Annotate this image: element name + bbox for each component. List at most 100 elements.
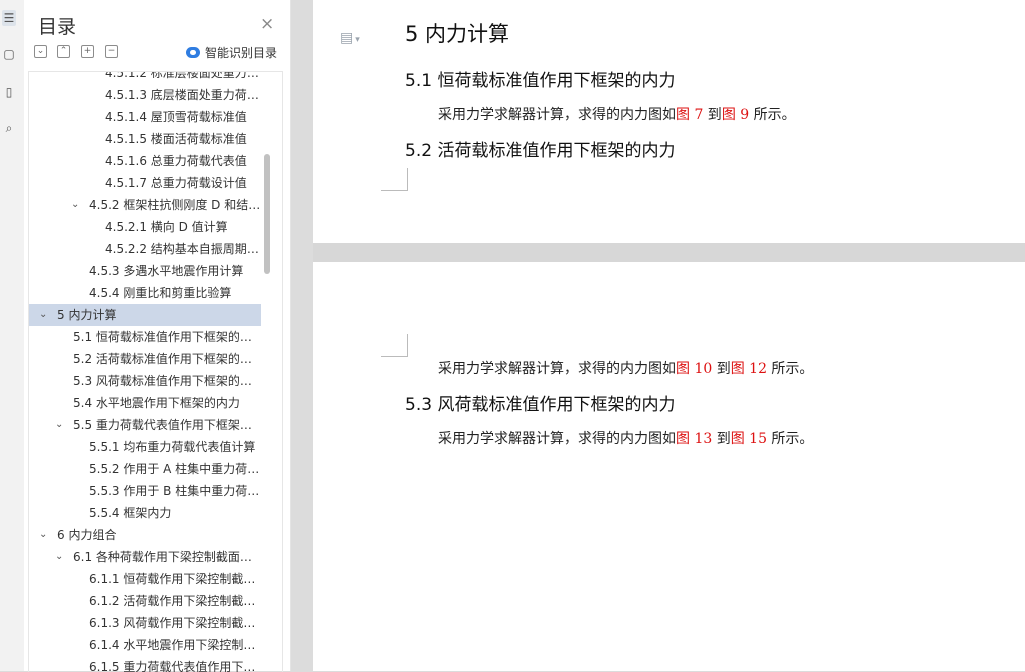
toc-item[interactable]: 4.5.4 刚重比和剪重比验算 <box>29 282 261 304</box>
chevron-down-icon[interactable]: ⌄ <box>55 414 63 436</box>
paragraph-5-2: 采用力学求解器计算，求得的内力图如图 10 到图 12 所示。 <box>438 358 813 378</box>
heading-5-2: 5.2 活荷载标准值作用下框架的内力 <box>405 141 676 161</box>
page-corner-mark <box>381 168 408 191</box>
search-icon[interactable]: ⌕ <box>2 120 16 136</box>
figure-link[interactable]: 图 10 <box>676 361 712 377</box>
paragraph-text: 所示。 <box>766 431 814 447</box>
toc-item-label: 4.5.1.5 楼面活荷载标准值 <box>105 132 247 146</box>
toc-item[interactable]: 4.5.1.7 总重力荷载设计值 <box>29 172 261 194</box>
figure-link[interactable]: 图 7 <box>676 107 703 123</box>
toc-title: 目录 <box>38 16 77 38</box>
cloud-icon <box>186 47 200 58</box>
toc-item[interactable]: 6.1.5 重力荷载代表值作用下梁控制截面内力 <box>29 656 261 672</box>
figure-link[interactable]: 图 12 <box>731 361 767 377</box>
toc-item-label: 5.5.3 作用于 B 柱集中重力荷载代表值 <box>89 484 261 498</box>
toc-item[interactable]: 6.1.2 活荷载作用下梁控制截面内力 <box>29 590 261 612</box>
toc-item-label: 4.5.1.4 屋顶雪荷载标准值 <box>105 110 247 124</box>
toc-item[interactable]: 4.5.1.4 屋顶雪荷载标准值 <box>29 106 261 128</box>
toc-item[interactable]: 4.5.1.6 总重力荷载代表值 <box>29 150 261 172</box>
toc-item[interactable]: 5.5.2 作用于 A 柱集中重力荷载代表值 <box>29 458 261 480</box>
toc-item-label: 4.5.1.2 标准层楼面处重力荷载代表值 <box>105 71 261 80</box>
close-icon[interactable]: × <box>260 14 274 34</box>
chevron-down-icon[interactable]: ⌄ <box>71 194 79 216</box>
figure-link[interactable]: 图 15 <box>731 431 767 447</box>
page-gap <box>313 243 1025 262</box>
toc-item-label: 5 内力计算 <box>57 308 117 322</box>
figure-link[interactable]: 图 13 <box>676 431 712 447</box>
toc-item[interactable]: 6.1.1 恒荷载作用下梁控制截面内力 <box>29 568 261 590</box>
toc-item-label: 6.1.2 活荷载作用下梁控制截面内力 <box>89 594 261 608</box>
figure-link[interactable]: 图 9 <box>722 107 749 123</box>
toc-item[interactable]: 5.5.3 作用于 B 柱集中重力荷载代表值 <box>29 480 261 502</box>
paragraph-text: 采用力学求解器计算，求得的内力图如 <box>438 107 676 123</box>
toc-item[interactable]: ⌄ 5 内力计算 <box>29 304 261 326</box>
toc-scrollbar[interactable] <box>264 154 270 274</box>
toc-item-label: 5.3 风荷载标准值作用下框架的内力 <box>73 374 261 388</box>
expand-level-button[interactable]: ⌃ <box>57 45 70 58</box>
toc-item-label: 4.5.1.7 总重力荷载设计值 <box>105 176 247 190</box>
paragraph-text: 采用力学求解器计算，求得的内力图如 <box>438 361 676 377</box>
side-toolbar: ☰ ▢ ▯ ⌕ <box>0 0 25 671</box>
toc-item-label: 6.1.3 风荷载作用下梁控制截面内力 <box>89 616 261 630</box>
paragraph-text: 采用力学求解器计算，求得的内力图如 <box>438 431 676 447</box>
toc-item[interactable]: ⌄ 6 内力组合 <box>29 524 261 546</box>
toc-item-label: 4.5.1.6 总重力荷载代表值 <box>105 154 247 168</box>
toc-item[interactable]: 5.2 活荷载标准值作用下框架的内力 <box>29 348 261 370</box>
toc-item[interactable]: 4.5.1.3 底层楼面处重力荷载代表值 <box>29 84 261 106</box>
heading-5-3: 5.3 风荷载标准值作用下框架的内力 <box>405 395 676 415</box>
toc-item-label: 5.5 重力荷载代表值作用下框架的内力 <box>73 418 261 432</box>
paragraph-text: 到 <box>712 431 731 447</box>
toc-item[interactable]: ⌄ 6.1 各种荷载作用下梁控制截面内力 <box>29 546 261 568</box>
toc-item-label: 6.1 各种荷载作用下梁控制截面内力 <box>73 550 261 564</box>
toc-item-label: 6 内力组合 <box>57 528 117 542</box>
toc-item-label: 5.2 活荷载标准值作用下框架的内力 <box>73 352 261 366</box>
toc-item-label: 6.1.1 恒荷载作用下梁控制截面内力 <box>89 572 261 586</box>
toc-item[interactable]: 4.5.2.2 结构基本自振周期计算 <box>29 238 261 260</box>
collapse-all-button[interactable]: ⌄ <box>34 45 47 58</box>
toc-item-label: 4.5.1.3 底层楼面处重力荷载代表值 <box>105 88 261 102</box>
toc-item[interactable]: ⌄ 5.5 重力荷载代表值作用下框架的内力 <box>29 414 261 436</box>
heading-5: 5 内力计算 <box>405 22 510 46</box>
toc-item-label: 4.5.4 刚重比和剪重比验算 <box>89 286 232 300</box>
toc-item[interactable]: 6.1.4 水平地震作用下梁控制截面内力 <box>29 634 261 656</box>
document-menu-icon[interactable]: ▤ ▾ <box>340 30 360 46</box>
toc-item-label: 5.5.2 作用于 A 柱集中重力荷载代表值 <box>89 462 261 476</box>
smart-toc-button[interactable]: 智能识别目录 <box>186 44 277 61</box>
toc-item[interactable]: 4.5.1.5 楼面活荷载标准值 <box>29 128 261 150</box>
chevron-down-icon[interactable]: ⌄ <box>55 546 63 568</box>
toc-view-icon[interactable]: ☰ <box>2 10 16 26</box>
toc-item-label: 4.5.2.2 结构基本自振周期计算 <box>105 242 261 256</box>
document-page <box>313 262 1025 671</box>
toc-item-label: 4.5.3 多遇水平地震作用计算 <box>89 264 244 278</box>
toc-item[interactable]: 5.4 水平地震作用下框架的内力 <box>29 392 261 414</box>
toc-item-label: 5.1 恒荷载标准值作用下框架的内力 <box>73 330 261 344</box>
toc-item[interactable]: ⌄ 4.5.2 框架柱抗侧刚度 D 和结构基本自振周期计算 <box>29 194 261 216</box>
paragraph-5-1: 采用力学求解器计算，求得的内力图如图 7 到图 9 所示。 <box>438 104 796 124</box>
toc-item-label: 4.5.2 框架柱抗侧刚度 D 和结构基本自振周期计算 <box>89 198 261 212</box>
toc-item[interactable]: 5.1 恒荷载标准值作用下框架的内力 <box>29 326 261 348</box>
chevron-down-icon[interactable]: ⌄ <box>39 304 47 326</box>
toc-item[interactable]: 5.5.1 均布重力荷载代表值计算 <box>29 436 261 458</box>
paragraph-5-3: 采用力学求解器计算，求得的内力图如图 13 到图 15 所示。 <box>438 428 813 448</box>
paragraph-text: 到 <box>703 107 722 123</box>
add-heading-button[interactable]: + <box>81 45 94 58</box>
remove-heading-button[interactable]: − <box>105 45 118 58</box>
paragraph-text: 所示。 <box>749 107 796 123</box>
page-view-icon[interactable]: ▯ <box>2 84 16 100</box>
chevron-down-icon[interactable]: ⌄ <box>39 524 47 546</box>
toc-pane: 目录 × ⌄ ⌃ + − 智能识别目录 4.5.1.2 标准层楼面处重力荷载代表… <box>24 0 291 672</box>
smart-toc-label: 智能识别目录 <box>205 46 278 60</box>
heading-5-1: 5.1 恒荷载标准值作用下框架的内力 <box>405 71 676 91</box>
toc-item[interactable]: 5.5.4 框架内力 <box>29 502 261 524</box>
toc-item-label: 5.4 水平地震作用下框架的内力 <box>73 396 240 410</box>
toc-item[interactable]: 5.3 风荷载标准值作用下框架的内力 <box>29 370 261 392</box>
toc-item[interactable]: 6.1.3 风荷载作用下梁控制截面内力 <box>29 612 261 634</box>
toc-item[interactable]: 4.5.2.1 横向 D 值计算 <box>29 216 261 238</box>
toc-item-label: 6.1.4 水平地震作用下梁控制截面内力 <box>89 638 261 652</box>
toc-item[interactable]: 4.5.1.2 标准层楼面处重力荷载代表值 <box>29 71 261 84</box>
toc-item[interactable]: 4.5.3 多遇水平地震作用计算 <box>29 260 261 282</box>
toc-item-label: 6.1.5 重力荷载代表值作用下梁控制截面内力 <box>89 660 261 672</box>
bookmark-icon[interactable]: ▢ <box>2 46 16 62</box>
toc-tree: 4.5.1.2 标准层楼面处重力荷载代表值 4.5.1.3 底层楼面处重力荷载代表… <box>28 71 283 672</box>
toc-item-label: 5.5.1 均布重力荷载代表值计算 <box>89 440 256 454</box>
